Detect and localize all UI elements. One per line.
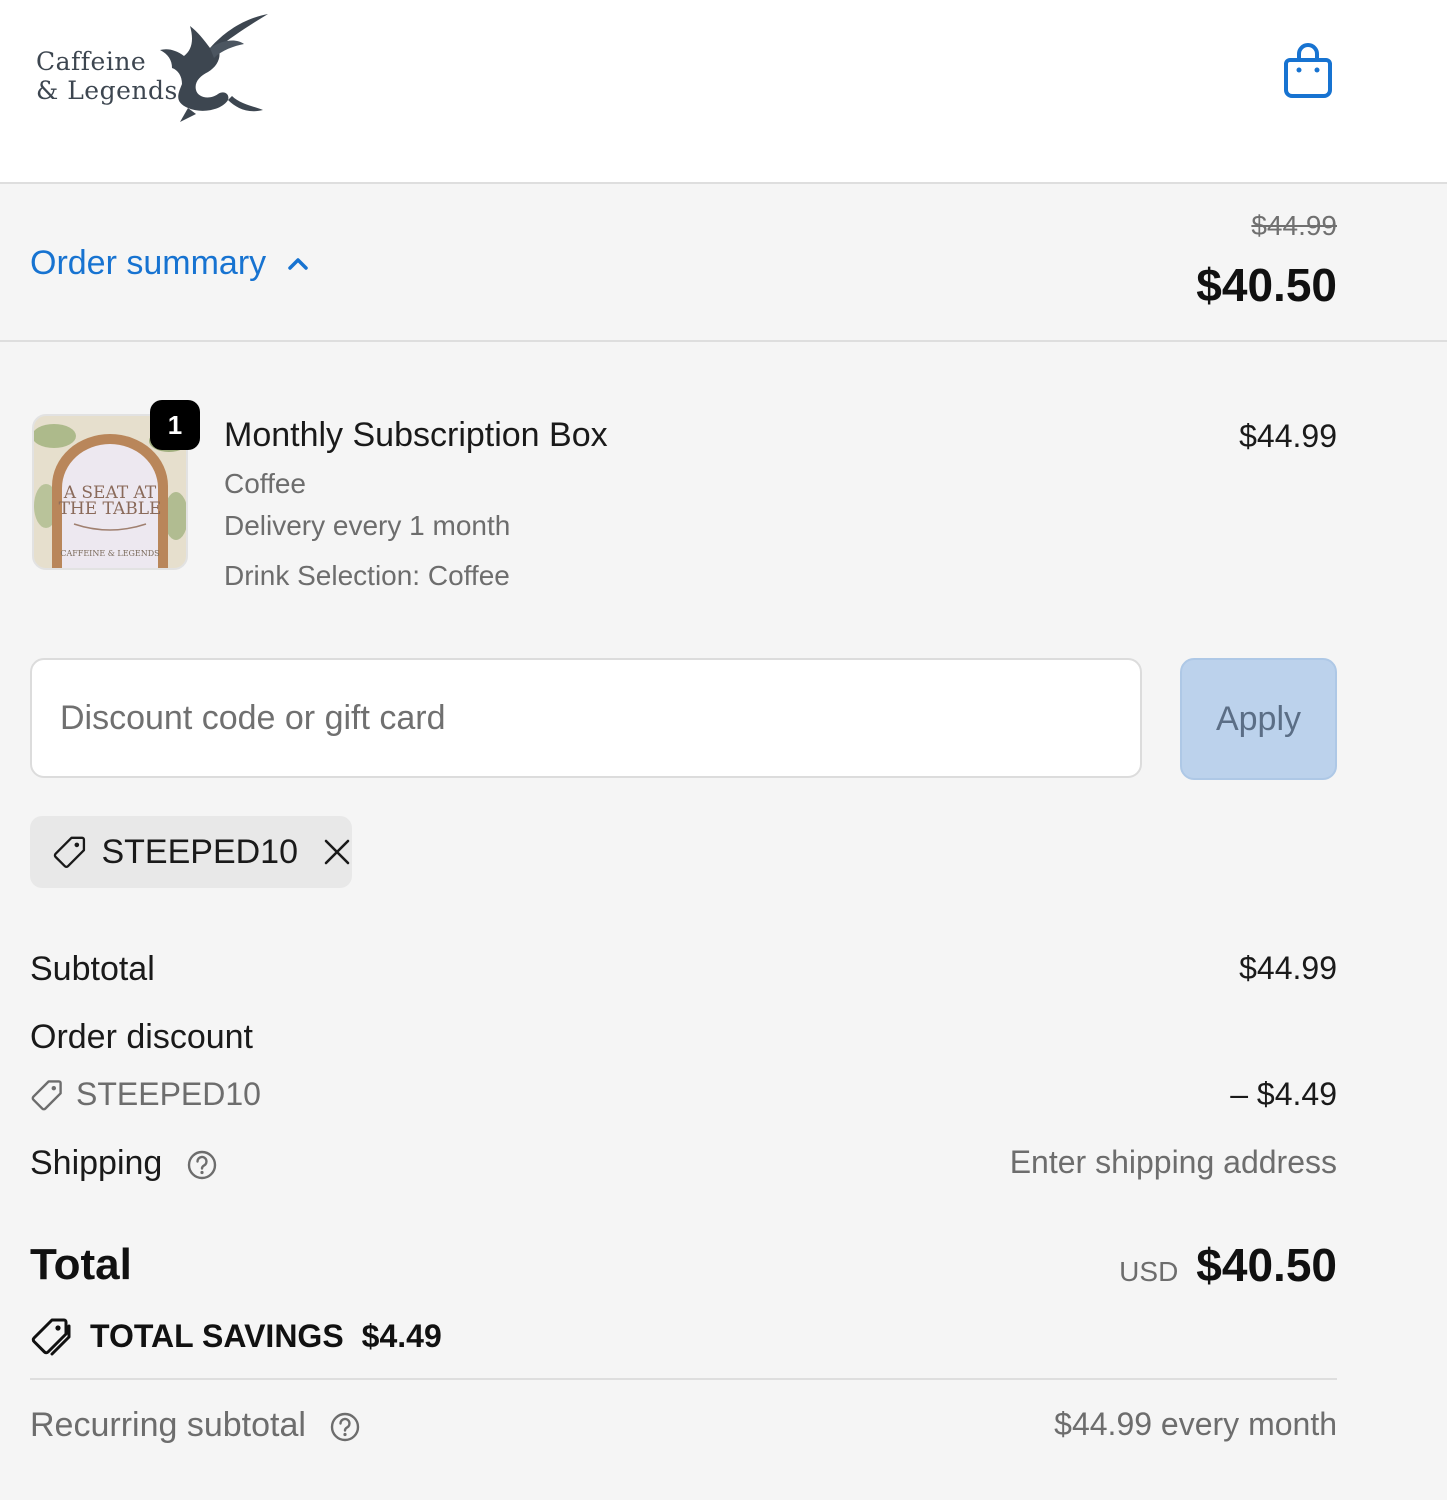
applied-discount-chip: STEEPED10 (30, 816, 352, 888)
order-summary-label: Order summary (30, 244, 267, 282)
total-savings: TOTAL SAVINGS $4.49 (30, 1316, 442, 1356)
total-savings-amount: $4.49 (361, 1317, 442, 1354)
chevron-up-icon (288, 257, 308, 270)
help-circle-icon (187, 1150, 216, 1180)
order-summary-toggle[interactable]: Order summary (30, 244, 310, 283)
order-summary-panel: A SEAT AT THE TABLE CAFFEINE & LEGENDS 1… (0, 342, 1447, 1500)
product-price: $44.99 (1239, 418, 1337, 454)
checkout-header: Caffeine & Legends (0, 0, 1447, 184)
discount-code-input[interactable] (30, 658, 1142, 778)
cart-button[interactable] (1280, 40, 1336, 102)
recurring-subtotal-value: $44.99 every month (1054, 1406, 1337, 1442)
shipping-value: Enter shipping address (1009, 1144, 1337, 1180)
order-discount-label: Order discount (30, 1018, 253, 1056)
close-icon (324, 839, 350, 865)
dragon-icon (160, 14, 268, 122)
product-variant: Coffee (224, 468, 306, 499)
savings-tags-icon (31, 1318, 71, 1356)
svg-text:THE TABLE: THE TABLE (59, 499, 162, 519)
tag-icon (31, 1079, 62, 1110)
recurring-help-button[interactable] (329, 1411, 361, 1443)
total-amount: $40.50 (1196, 1239, 1337, 1291)
apply-discount-button[interactable]: Apply (1180, 658, 1337, 780)
order-discount-code-text: STEEPED10 (76, 1076, 261, 1112)
help-circle-icon (331, 1412, 360, 1442)
shipping-help-button[interactable] (186, 1149, 218, 1181)
drink-selection: Drink Selection: Coffee (224, 560, 510, 591)
discounted-price: $40.50 (1196, 259, 1337, 311)
total-value: USD $40.50 (1119, 1238, 1337, 1292)
shipping-label: Shipping (30, 1144, 163, 1182)
product-title: Monthly Subscription Box (224, 416, 608, 454)
subtotal-value: $44.99 (1239, 950, 1337, 986)
remove-discount-button[interactable] (322, 837, 352, 867)
svg-text:CAFFEINE & LEGENDS: CAFFEINE & LEGENDS (60, 549, 159, 558)
total-label: Total (30, 1240, 132, 1289)
order-discount-code: STEEPED10 (30, 1076, 261, 1113)
applied-discount-code: STEEPED10 (101, 832, 298, 871)
order-summary-bar: Order summary $44.99 $40.50 (0, 184, 1447, 342)
divider (30, 1378, 1337, 1380)
recurring-subtotal-row: Recurring subtotal (30, 1406, 361, 1445)
subtotal-label: Subtotal (30, 950, 155, 988)
total-savings-label: TOTAL SAVINGS (90, 1317, 344, 1354)
shipping-row: Shipping (30, 1144, 218, 1183)
quantity-badge: 1 (150, 400, 200, 450)
order-discount-value: – $4.49 (1230, 1076, 1337, 1112)
delivery-frequency: Delivery every 1 month (224, 510, 511, 541)
tag-icon (53, 836, 86, 868)
shopping-bag-icon (1284, 43, 1332, 98)
currency-code: USD (1119, 1256, 1179, 1287)
original-price: $44.99 (1251, 210, 1337, 241)
store-logo[interactable]: Caffeine & Legends (30, 10, 280, 135)
recurring-subtotal-label: Recurring subtotal (30, 1406, 306, 1444)
